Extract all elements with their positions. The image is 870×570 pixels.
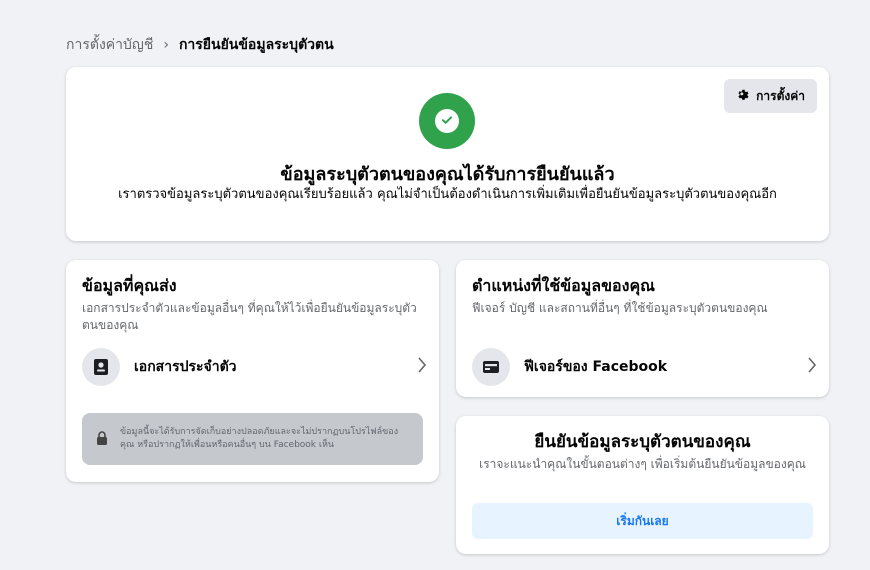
card-icon	[472, 348, 510, 386]
verify-identity-title: ยืนยันข้อมูลระบุตัวตนของคุณ	[534, 432, 751, 452]
privacy-note: ข้อมูลนี้จะได้รับการจัดเก็บอย่างปลอดภัยแ…	[82, 413, 423, 465]
verified-badge	[419, 93, 475, 149]
verified-title: ข้อมูลระบุตัวตนของคุณได้รับการยืนยันแล้ว	[280, 164, 615, 185]
info-sent-description: เอกสารประจำตัวและข้อมูลอื่นๆ ที่คุณให้ไว…	[82, 301, 417, 332]
gear-icon	[736, 88, 750, 105]
settings-label: การตั้งค่า	[756, 88, 805, 103]
checkmark-icon	[440, 112, 454, 131]
chevron-right-icon	[807, 355, 817, 379]
facebook-features-label: ฟีเจอร์ของ Facebook	[524, 359, 668, 375]
breadcrumb-current-page: การยืนยันข้อมูลระบุตัวตน	[178, 37, 334, 53]
breadcrumb: การตั้งค่าบัญชี › การยืนยันข้อมูลระบุตัว…	[66, 34, 334, 56]
info-sent-card: ข้อมูลที่คุณส่ง เอกสารประจำตัวและข้อมูลอ…	[66, 260, 439, 482]
data-usage-title: ตำแหน่งที่ใช้ข้อมูลของคุณ	[472, 276, 656, 295]
info-sent-title: ข้อมูลที่คุณส่ง	[82, 276, 177, 295]
facebook-features-row[interactable]: ฟีเจอร์ของ Facebook	[472, 347, 817, 387]
settings-button[interactable]: การตั้งค่า	[724, 79, 817, 113]
privacy-note-text: ข้อมูลนี้จะได้รับการจัดเก็บอย่างปลอดภัยแ…	[120, 427, 399, 450]
data-usage-description: ฟีเจอร์ บัญชี และสถานที่อื่นๆ ที่ใช้ข้อม…	[472, 301, 768, 315]
id-document-icon	[82, 348, 120, 386]
breadcrumb-account-settings[interactable]: การตั้งค่าบัญชี	[66, 34, 153, 56]
verify-identity-card: ยืนยันข้อมูลระบุตัวตนของคุณ เราจะแนะนำคุ…	[456, 416, 829, 554]
id-document-row[interactable]: เอกสารประจำตัว	[82, 347, 427, 387]
breadcrumb-separator: ›	[163, 37, 169, 53]
get-started-button[interactable]: เริ่มกันเลย	[472, 503, 813, 539]
data-usage-card: ตำแหน่งที่ใช้ข้อมูลของคุณ ฟีเจอร์ บัญชี …	[456, 260, 829, 397]
verified-description: เราตรวจข้อมูลระบุตัวตนของคุณเรียบร้อยแล้…	[118, 187, 777, 202]
chevron-right-icon	[417, 355, 427, 379]
verify-identity-description: เราจะแนะนำคุณในขั้นตอนต่างๆ เพื่อเริ่มต้…	[479, 457, 806, 471]
lock-icon	[96, 430, 108, 449]
id-document-label: เอกสารประจำตัว	[134, 359, 237, 375]
verified-status-card: การตั้งค่า ข้อมูลระบุตัวตนของคุณได้รับกา…	[66, 67, 829, 241]
